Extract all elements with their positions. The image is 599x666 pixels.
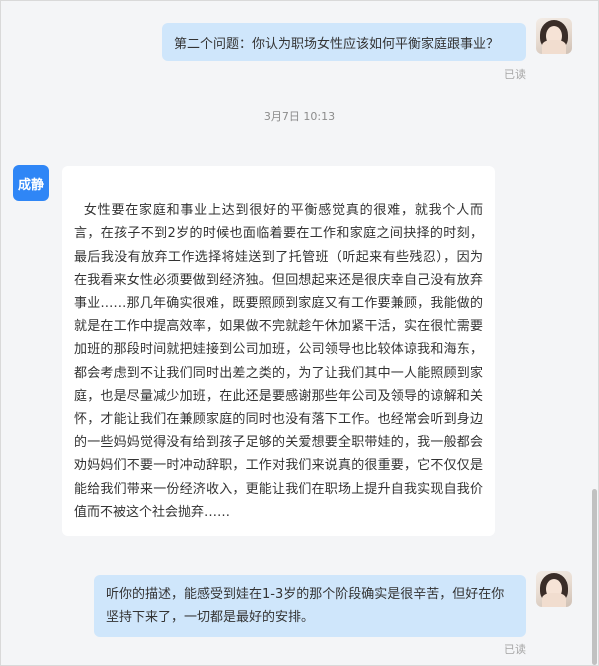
read-status: 已读 (504, 68, 526, 81)
scrollbar-thumb[interactable] (592, 489, 597, 665)
message-text: 女性要在家庭和事业上达到很好的平衡感觉真的很难，就我个人而言，在孩子不到2岁的时… (74, 203, 483, 520)
message-bubble-self[interactable]: 第二个问题：你认为职场女性应该如何平衡家庭跟事业？ (162, 23, 526, 61)
message-text: 第二个问题：你认为职场女性应该如何平衡家庭跟事业？ (174, 37, 500, 52)
self-avatar[interactable] (536, 571, 572, 607)
message-timestamp: 3月7日 10:13 (263, 110, 336, 123)
message-bubble-other[interactable]: 女性要在家庭和事业上达到很好的平衡感觉真的很难，就我个人而言，在孩子不到2岁的时… (62, 166, 495, 537)
avatar-hand-shape (542, 593, 566, 607)
contact-avatar[interactable]: 成静 (13, 165, 49, 201)
self-avatar[interactable] (536, 18, 572, 54)
chat-window: { "messages": [ { "sender": "self", "tex… (0, 0, 599, 666)
contact-avatar-label: 成静 (17, 177, 44, 193)
avatar-hand-shape (542, 40, 566, 54)
message-bubble-self[interactable]: 听你的描述，能感受到娃在1-3岁的那个阶段确实是很辛苦，但好在你坚持下来了，一切… (94, 575, 526, 637)
read-status: 已读 (504, 643, 526, 656)
message-text: 听你的描述，能感受到娃在1-3岁的那个阶段确实是很辛苦，但好在你坚持下来了，一切… (106, 587, 505, 625)
